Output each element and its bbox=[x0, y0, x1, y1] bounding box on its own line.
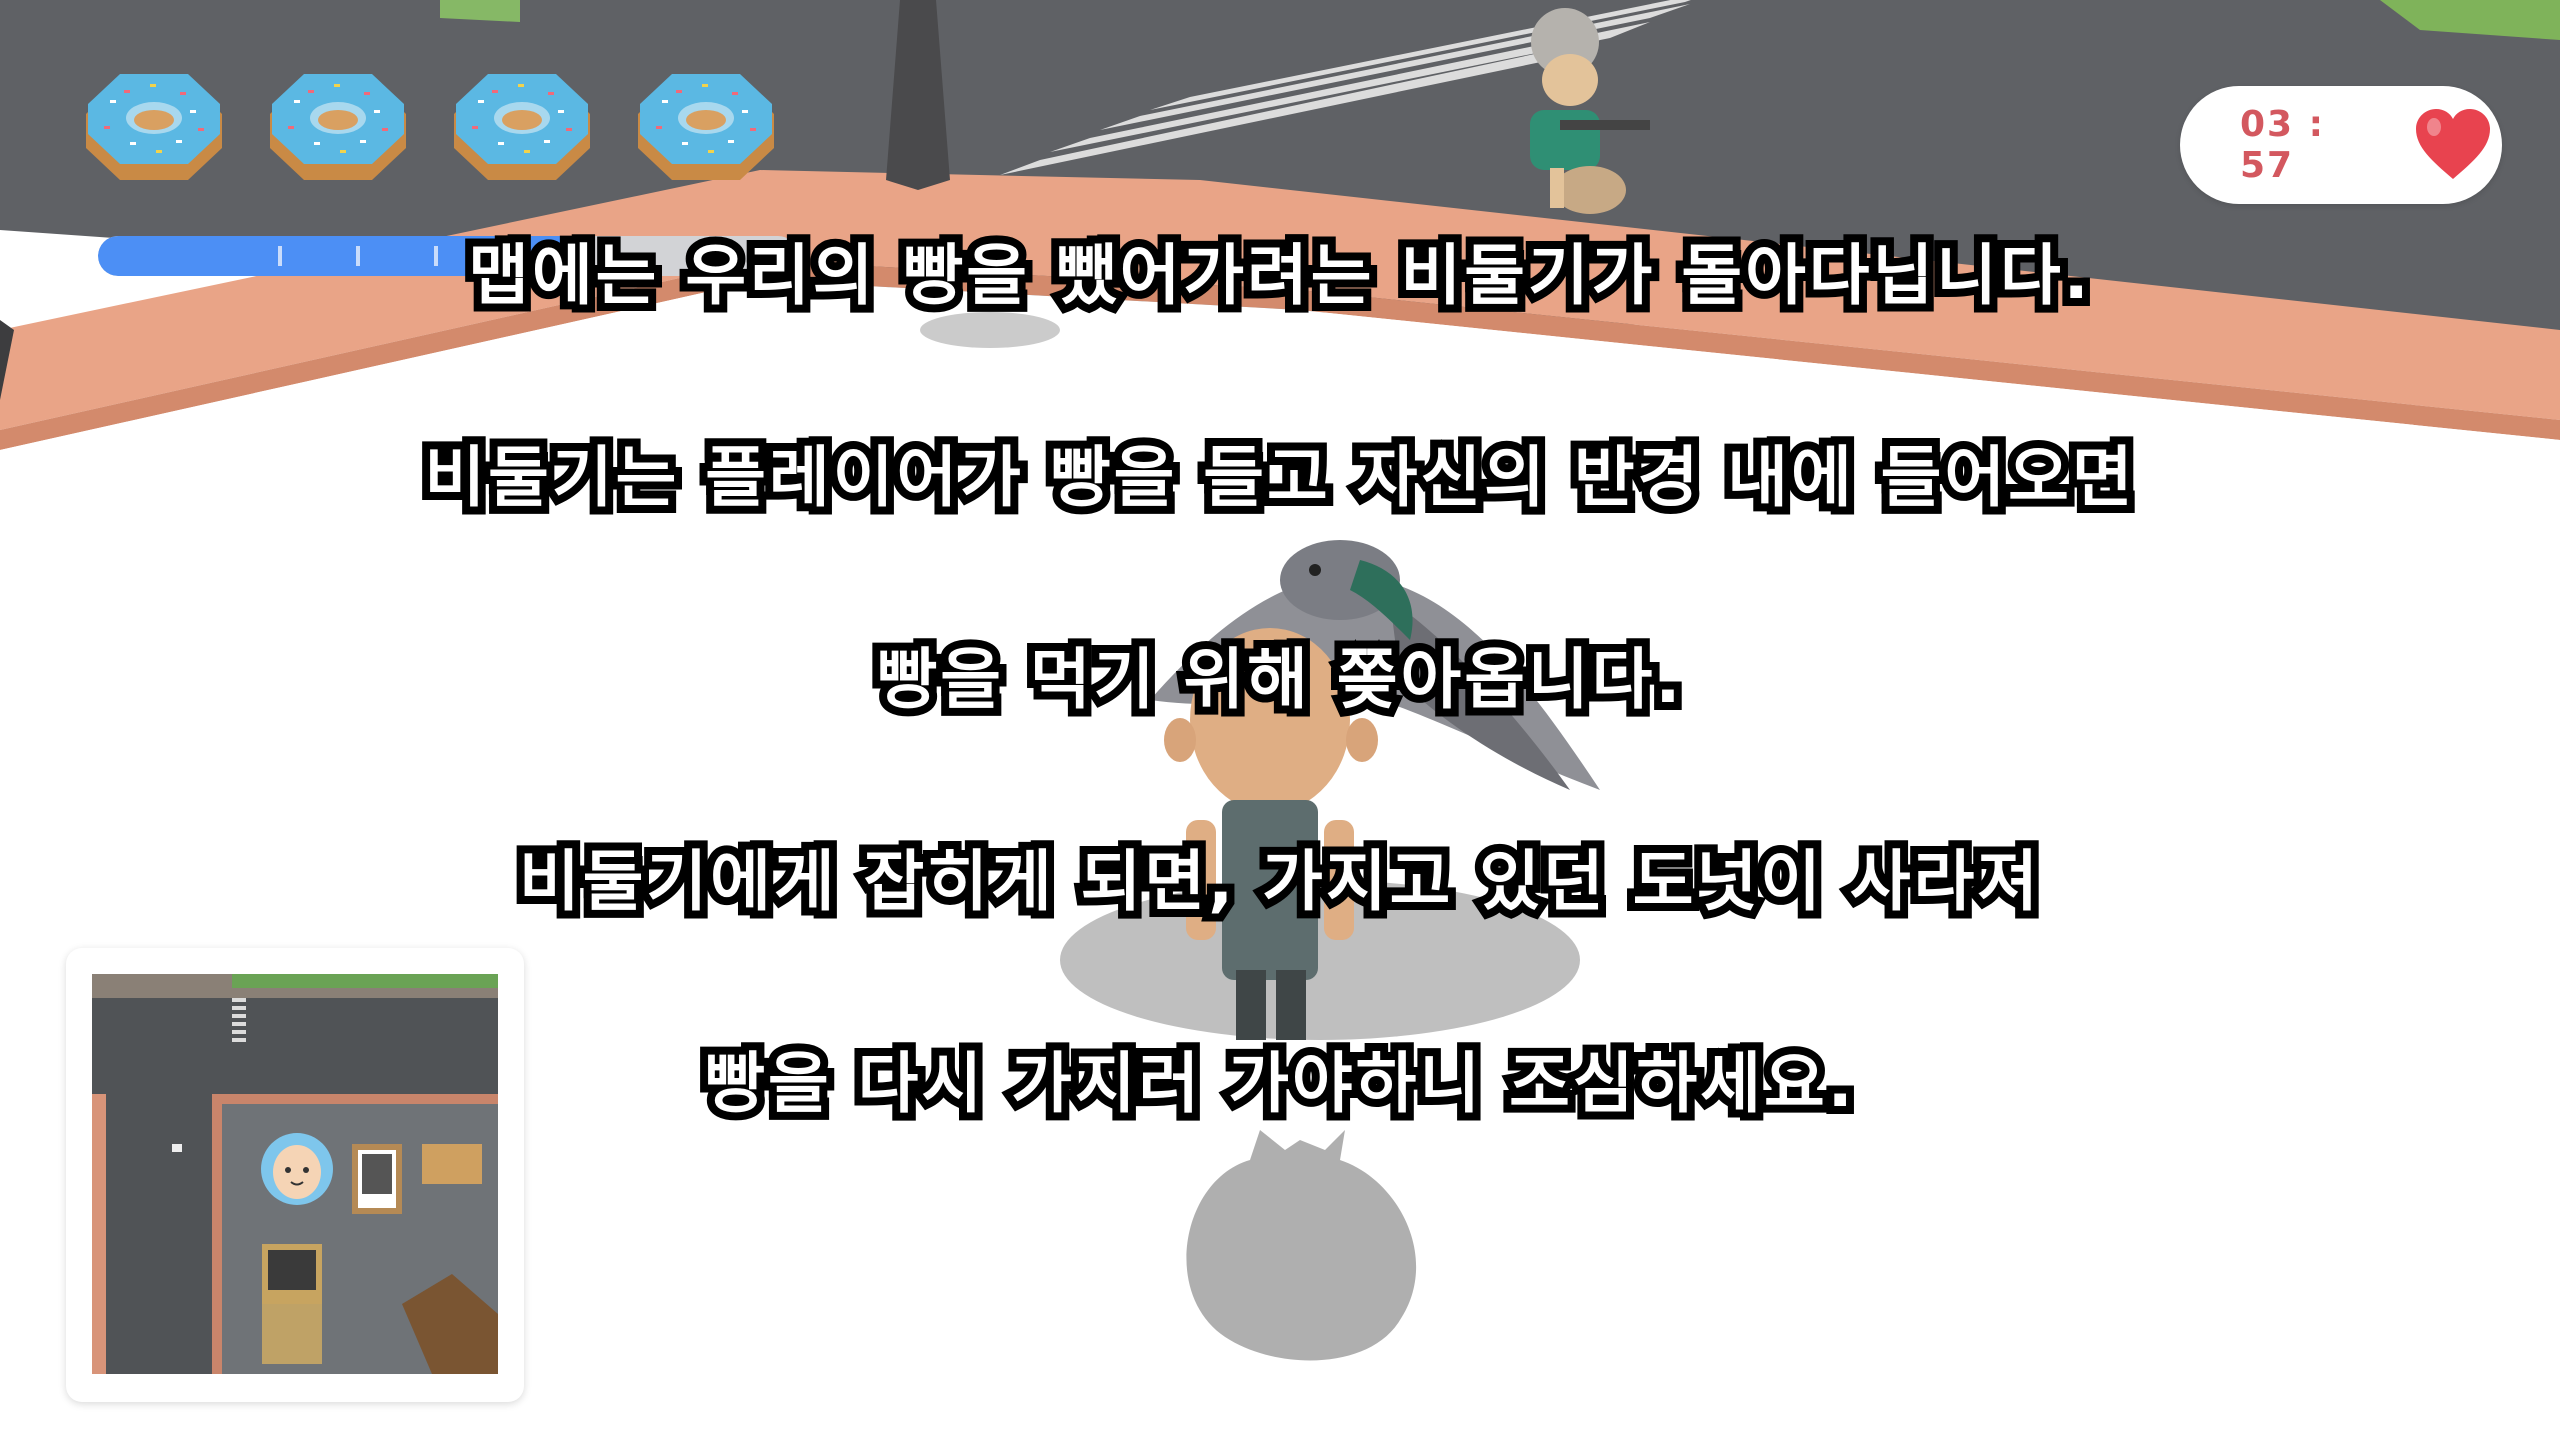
tutorial-line-2: 비둘기는 플레이어가 빵을 들고 자신의 반경 내에 들어오면 bbox=[416, 431, 2140, 524]
tutorial-line-1: 맵에는 우리의 빵을 뺐어가려는 비둘기가 돌아다닙니다. bbox=[460, 229, 2097, 322]
tutorial-overlay[interactable]: 맵에는 우리의 빵을 뺐어가려는 비둘기가 돌아다닙니다. 비둘기는 플레이어가… bbox=[0, 0, 2560, 1440]
tutorial-line-5: 빵을 다시 가지러 가야하니 조심하세요. bbox=[696, 1037, 1861, 1130]
tutorial-line-3: 빵을 먹기 위해 쫒아옵니다. bbox=[869, 633, 1689, 726]
tutorial-line-4: 비둘기에게 잡히게 되면, 가지고 있던 도넛이 사라져 bbox=[511, 835, 2046, 928]
